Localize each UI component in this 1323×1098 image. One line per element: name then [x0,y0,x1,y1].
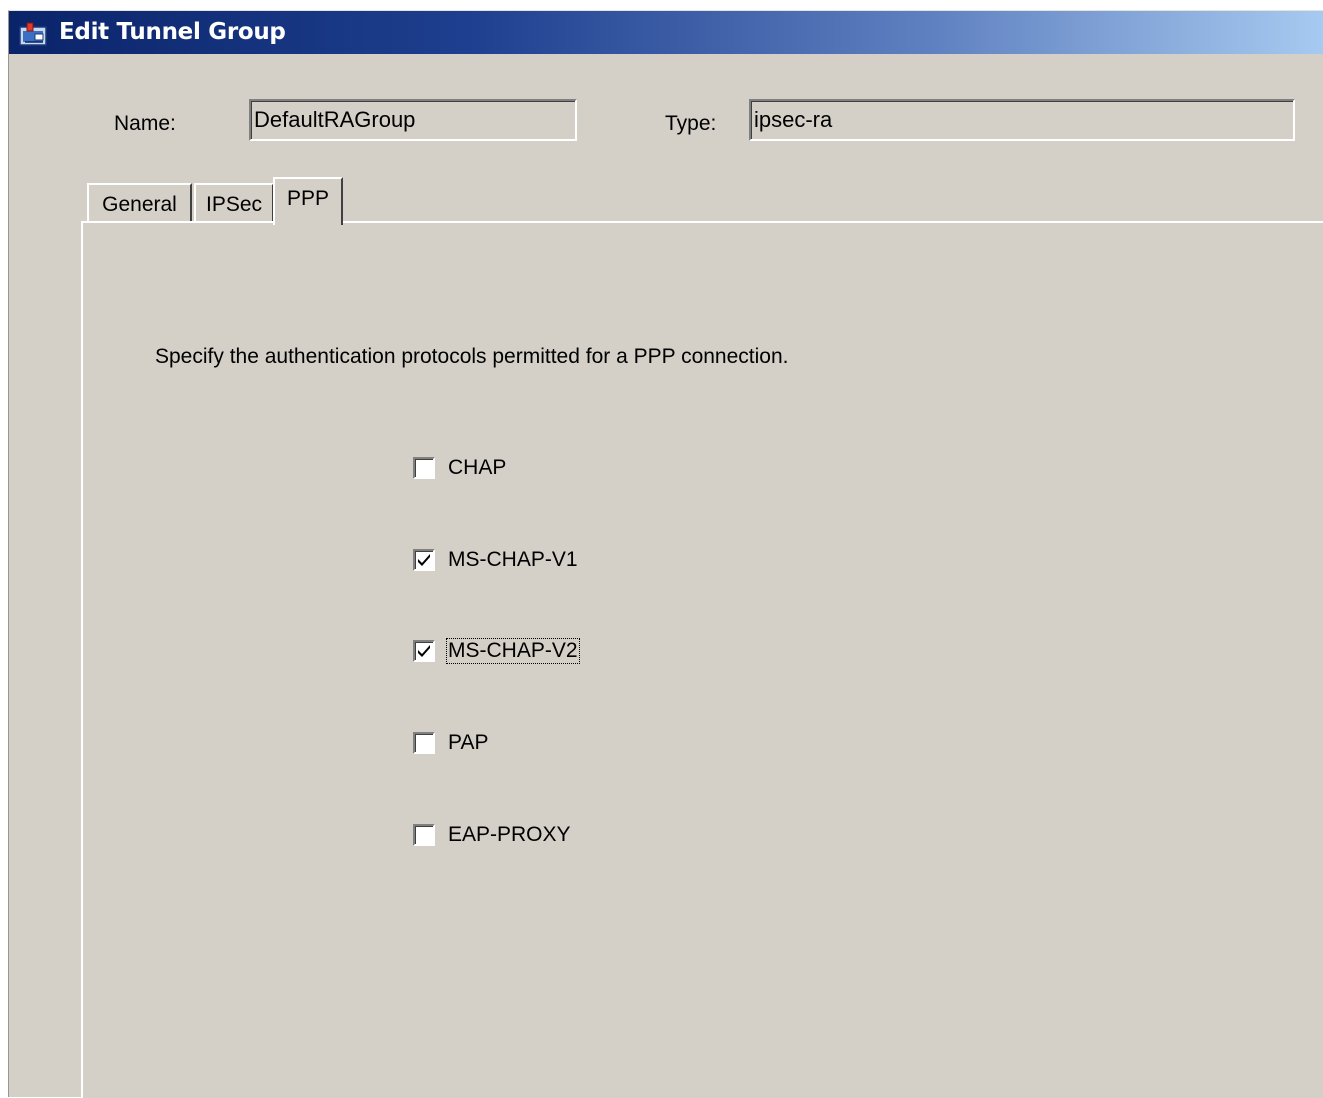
ms-chap-v2-label[interactable]: MS-CHAP-V2 [446,638,580,664]
ms-chap-v1-label[interactable]: MS-CHAP-V1 [447,548,579,572]
ms-chap-v2-checkbox[interactable]: MS-CHAP-V2 [413,636,580,666]
tunnel-group-icon [19,21,49,47]
tab-ppp[interactable]: PPP [273,177,343,225]
eap-proxy-label[interactable]: EAP-PROXY [447,823,572,847]
chap-checkbox[interactable]: CHAP [413,453,507,483]
chap-label[interactable]: CHAP [447,456,507,480]
checkmark-icon[interactable] [413,640,435,662]
tab-general[interactable]: General [87,183,192,223]
pap-label[interactable]: PAP [447,731,489,755]
checkbox-unchecked-icon[interactable] [413,824,435,846]
instruction-text: Specify the authentication protocols per… [155,345,789,368]
checkbox-unchecked-icon[interactable] [413,732,435,754]
type-label: Type: [665,112,717,135]
pap-checkbox[interactable]: PAP [413,728,489,758]
type-field[interactable]: ipsec-ra [749,99,1295,141]
eap-proxy-checkbox[interactable]: EAP-PROXY [413,820,572,850]
checkbox-unchecked-icon[interactable] [413,457,435,479]
name-field[interactable]: DefaultRAGroup [249,99,577,141]
name-label: Name: [114,112,176,135]
tab-ipsec[interactable]: IPSec [194,183,274,223]
ppp-tab-panel: Specify the authentication protocols per… [81,221,1323,1098]
checkmark-icon[interactable] [413,549,435,571]
window-title: Edit Tunnel Group [59,19,286,45]
edit-tunnel-group-dialog: Edit Tunnel Group Name: DefaultRAGroup T… [8,10,1323,1098]
title-bar[interactable]: Edit Tunnel Group [9,11,1323,54]
ms-chap-v1-checkbox[interactable]: MS-CHAP-V1 [413,545,579,575]
